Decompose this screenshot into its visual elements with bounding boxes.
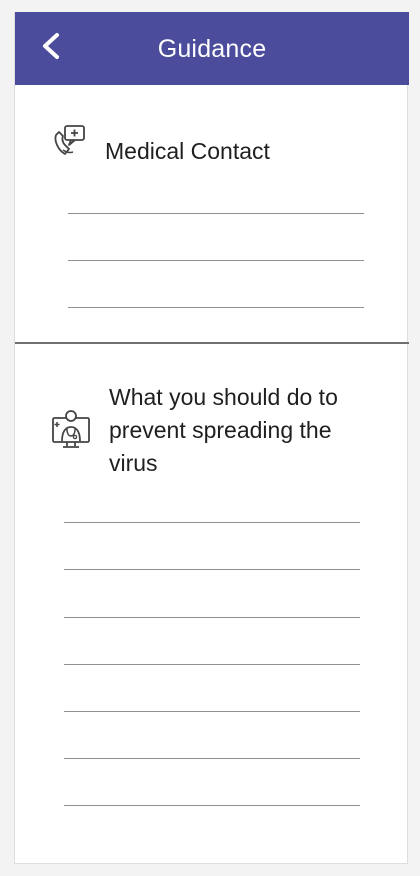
header-bar: Guidance	[15, 12, 409, 85]
entry-line	[64, 758, 360, 759]
medical-contact-section: Medical Contact	[15, 85, 409, 342]
entry-line	[64, 805, 360, 806]
page-title: Guidance	[157, 35, 267, 63]
entry-line	[64, 711, 360, 712]
entry-line	[64, 569, 360, 570]
section-title: Medical Contact	[105, 138, 270, 164]
doctor-monitor-icon	[49, 407, 93, 456]
section-title: What you should do to prevent spreading …	[109, 384, 338, 476]
entry-line	[64, 522, 360, 523]
app-frame: Guidance Medical Contact What you should…	[14, 12, 409, 864]
entry-line	[64, 617, 360, 618]
entry-line	[68, 213, 364, 214]
entry-line	[68, 260, 364, 261]
entry-line	[64, 664, 360, 665]
entry-line	[68, 307, 364, 308]
prevention-section: What you should do to prevent spreading …	[15, 344, 409, 864]
phone-medical-icon	[51, 121, 91, 166]
